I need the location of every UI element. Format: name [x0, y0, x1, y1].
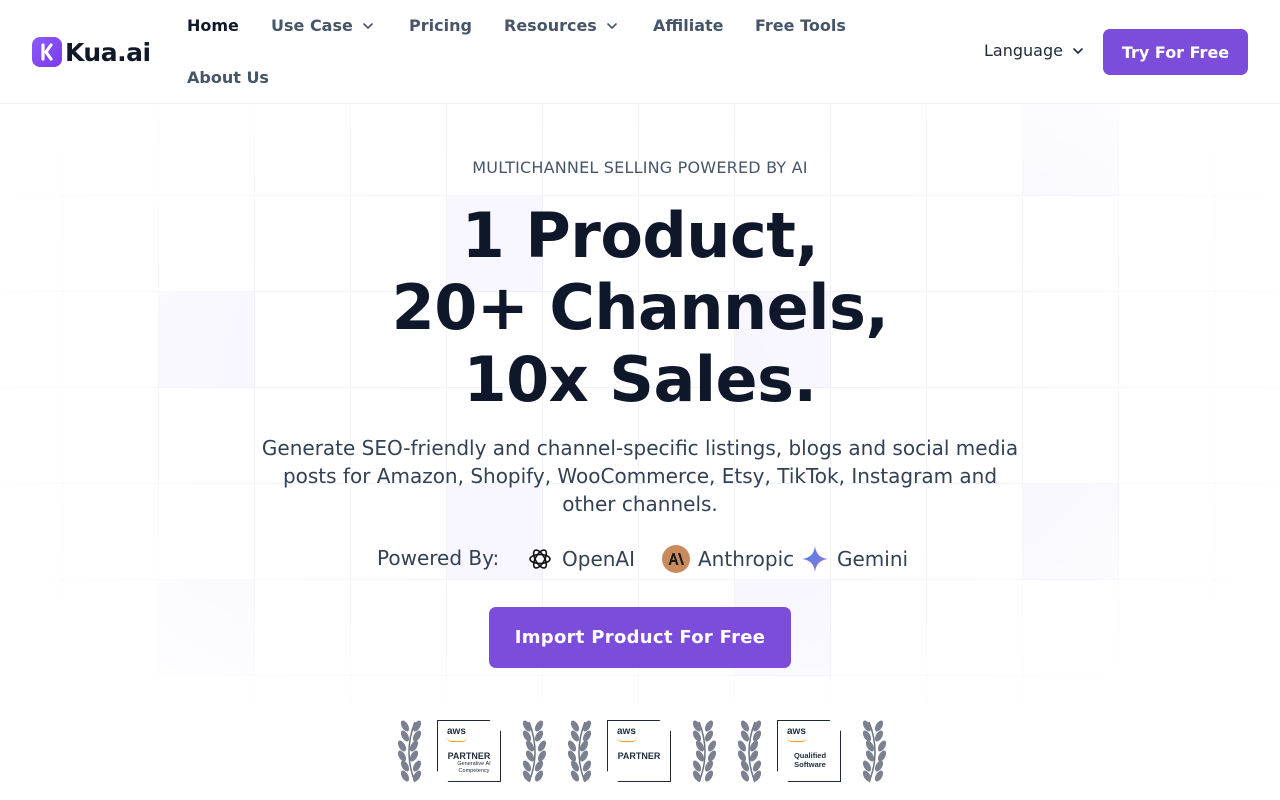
nav-about-us-label: About Us: [187, 68, 269, 87]
anthropic-icon: [662, 545, 690, 573]
hero-eyebrow: MULTICHANNEL SELLING POWERED BY AI: [472, 158, 808, 177]
provider-anthropic: Anthropic: [662, 544, 794, 574]
badge-card: aws PARTNER: [607, 720, 671, 782]
nav-home[interactable]: Home: [187, 16, 239, 35]
provider-name: Gemini: [837, 547, 909, 571]
nav-about-us[interactable]: About Us: [187, 68, 269, 87]
provider-name: OpenAI: [562, 547, 635, 571]
try-for-free-button[interactable]: Try For Free: [1103, 29, 1248, 75]
nav-pricing[interactable]: Pricing: [409, 16, 472, 35]
import-product-button[interactable]: Import Product For Free: [489, 607, 791, 668]
provider-openai: OpenAI: [526, 544, 635, 574]
hero-headline: 1 Product, 20+ Channels, 10x Sales.: [0, 200, 1280, 416]
badge-card: aws Qualified Software: [777, 720, 841, 782]
kua-logo-icon: [32, 37, 62, 67]
powered-by-row: Powered By: OpenAI Anthropic Gemini: [0, 544, 1280, 574]
aws-logo: aws: [447, 726, 466, 737]
nav-pricing-label: Pricing: [409, 16, 472, 35]
chevron-down-icon: [1073, 47, 1083, 54]
provider-name: Anthropic: [698, 547, 795, 571]
provider-gemini: Gemini: [801, 544, 908, 574]
gemini-icon: [802, 546, 828, 572]
powered-by-label: Powered By:: [377, 546, 500, 570]
chevron-down-icon: [363, 22, 373, 29]
nav-use-case[interactable]: Use Case: [271, 16, 375, 35]
site-header: Kua.ai Home Use Case Pricing Resources A…: [0, 0, 1280, 104]
language-selector[interactable]: Language: [984, 41, 1085, 60]
badge-aws-genai-partner: aws PARTNER Generative AI Competency: [397, 718, 547, 786]
headline-line: 1 Product,: [461, 199, 819, 272]
chevron-down-icon: [607, 22, 617, 29]
badge-title: PARTNER: [617, 751, 661, 761]
partner-badges: aws PARTNER Generative AI Competency aws…: [0, 718, 1280, 788]
badge-subtitle: Generative AI Competency: [457, 761, 491, 774]
nav-free-tools-label: Free Tools: [755, 16, 846, 35]
logo-text: Kua.ai: [65, 37, 151, 67]
headline-line: 10x Sales.: [463, 343, 817, 416]
nav-use-case-label: Use Case: [271, 16, 353, 35]
language-label: Language: [984, 41, 1063, 60]
badge-card: aws PARTNER Generative AI Competency: [437, 720, 501, 782]
aws-logo: aws: [787, 726, 806, 737]
hero-subtitle: Generate SEO-friendly and channel-specif…: [261, 436, 1019, 516]
nav-resources[interactable]: Resources: [504, 16, 619, 35]
badge-title: Qualified Software: [793, 751, 827, 769]
aws-logo: aws: [617, 726, 636, 737]
nav-home-label: Home: [187, 16, 239, 35]
aws-smile-icon: [787, 737, 807, 742]
nav-resources-label: Resources: [504, 16, 597, 35]
badge-aws-qualified-software: aws Qualified Software: [737, 718, 887, 786]
badge-aws-partner: aws PARTNER: [567, 718, 717, 786]
headline-line: 20+ Channels,: [391, 271, 889, 344]
nav-affiliate-label: Affiliate: [653, 16, 724, 35]
badge-title: PARTNER: [447, 751, 491, 761]
aws-smile-icon: [447, 737, 467, 742]
openai-icon: [529, 549, 551, 569]
logo[interactable]: Kua.ai: [32, 36, 151, 68]
nav-affiliate[interactable]: Affiliate: [653, 16, 724, 35]
nav-free-tools[interactable]: Free Tools: [755, 16, 846, 35]
aws-smile-icon: [617, 737, 637, 742]
